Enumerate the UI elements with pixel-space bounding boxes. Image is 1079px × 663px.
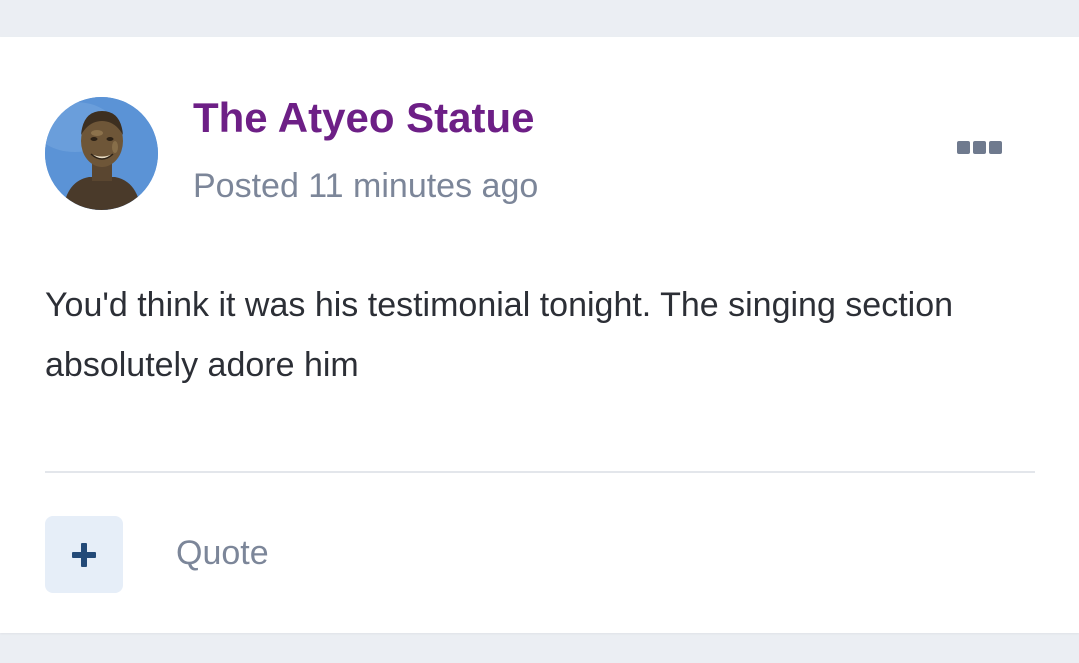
ellipsis-icon — [988, 140, 1002, 154]
plus-icon — [72, 542, 96, 567]
ellipsis-icon — [972, 140, 986, 154]
post-content: You'd think it was his testimonial tonig… — [45, 286, 954, 384]
quote-button[interactable]: Quote — [176, 531, 269, 575]
statue-avatar-image — [45, 97, 158, 210]
more-options-button[interactable] — [948, 129, 1010, 165]
add-reaction-button[interactable] — [45, 516, 123, 593]
post-author[interactable]: The Atyeo Statue — [193, 93, 535, 143]
post-timestamp: Posted 11 minutes ago — [193, 167, 539, 205]
post-card: The Atyeo Statue Posted 11 minutes ago Y… — [0, 37, 1079, 633]
avatar[interactable] — [45, 97, 158, 210]
divider — [45, 471, 1035, 473]
ellipsis-icon — [956, 140, 970, 154]
